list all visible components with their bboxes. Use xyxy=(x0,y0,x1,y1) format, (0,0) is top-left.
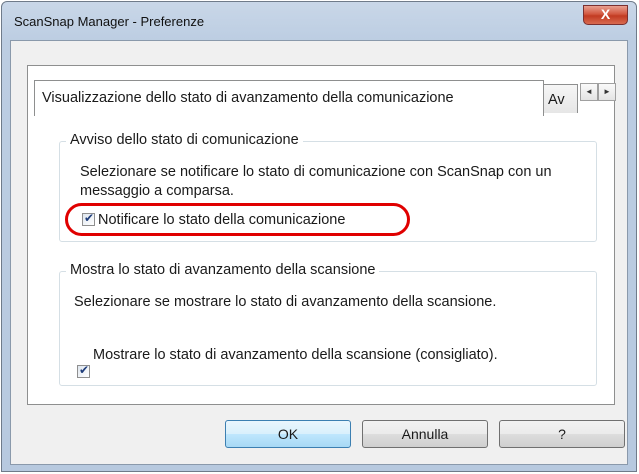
highlight-ellipse xyxy=(65,203,410,236)
title-bar[interactable]: ScanSnap Manager - Preferenze X xyxy=(2,2,636,40)
tab-label: Av xyxy=(548,92,565,108)
help-button[interactable]: ? xyxy=(499,420,625,448)
close-button[interactable]: X xyxy=(583,5,628,25)
window-title: ScanSnap Manager - Preferenze xyxy=(14,14,205,29)
progress-checkbox-label[interactable]: Mostrare lo stato di avanzamento della s… xyxy=(93,346,513,365)
notify-description: Selezionare se notificare lo stato di co… xyxy=(80,164,552,199)
tab-scroll-right-button[interactable]: ► xyxy=(598,83,616,101)
ok-button[interactable]: OK xyxy=(225,420,351,448)
checkmark-icon: ✔ xyxy=(79,363,90,377)
progress-checkbox-row[interactable]: ✔ Mostrare lo stato di avanzamento della… xyxy=(77,346,513,378)
tab-label: Visualizzazione dello stato di avanzamen… xyxy=(42,90,454,106)
arrow-right-icon: ► xyxy=(603,87,611,96)
cancel-button[interactable]: Annulla xyxy=(362,420,488,448)
progress-description: Selezionare se mostrare lo stato di avan… xyxy=(74,294,497,310)
arrow-left-icon: ◄ xyxy=(585,87,593,96)
close-icon: X xyxy=(600,6,611,22)
tab-communication-progress[interactable]: Visualizzazione dello stato di avanzamen… xyxy=(34,80,544,116)
progress-checkbox[interactable]: ✔ xyxy=(77,363,90,378)
group-legend: Avviso dello stato di comunicazione xyxy=(66,132,303,148)
tab-next[interactable]: Av xyxy=(543,84,578,113)
group-legend: Mostra lo stato di avanzamento della sca… xyxy=(66,262,380,278)
tab-scroll-left-button[interactable]: ◄ xyxy=(580,83,598,101)
